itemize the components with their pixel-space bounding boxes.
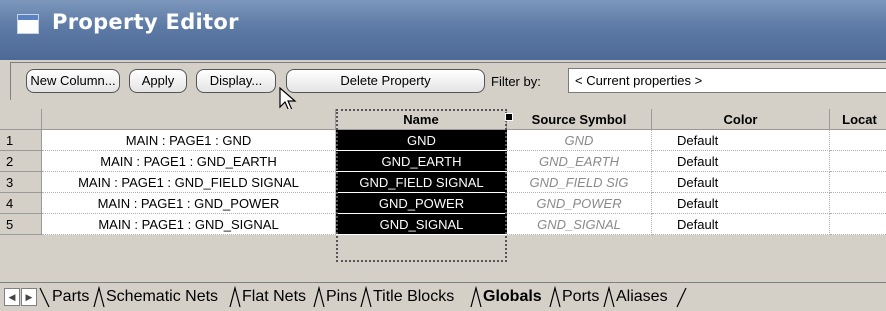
row-number[interactable]: 4 — [0, 193, 42, 214]
tab-separator — [470, 286, 482, 308]
location-cell[interactable] — [830, 151, 886, 172]
source-symbol-cell[interactable]: GND_FIELD SIG — [507, 172, 652, 193]
selection-resize-handle[interactable] — [505, 113, 513, 121]
apply-button[interactable]: Apply — [129, 69, 187, 93]
window-icon — [17, 14, 39, 34]
name-cell[interactable]: GND_FIELD SIGNAL — [336, 172, 507, 193]
name-cell[interactable]: GND_EARTH — [336, 151, 507, 172]
table-row[interactable]: 1 MAIN : PAGE1 : GND GND GND Default — [0, 130, 886, 151]
location-cell[interactable] — [830, 172, 886, 193]
color-cell[interactable]: Default — [652, 172, 830, 193]
header-color[interactable]: Color — [652, 109, 830, 130]
tab-pins[interactable]: Pins — [326, 286, 357, 308]
name-cell[interactable]: GND_POWER — [336, 193, 507, 214]
row-number[interactable]: 1 — [0, 130, 42, 151]
tab-separator — [603, 286, 615, 308]
path-cell[interactable]: MAIN : PAGE1 : GND_EARTH — [42, 151, 336, 172]
tab-globals[interactable]: Globals — [483, 286, 542, 308]
tab-separator — [39, 287, 50, 308]
window-title: Property Editor — [52, 10, 239, 34]
display-button[interactable]: Display... — [196, 69, 276, 93]
property-grid: Name Source Symbol Color Locat 1 MAIN : … — [0, 109, 886, 262]
toolbar: New Column... Apply Display... Delete Pr… — [10, 62, 886, 100]
header-source-symbol[interactable]: Source Symbol — [507, 109, 652, 130]
location-cell[interactable] — [830, 193, 886, 214]
color-cell[interactable]: Default — [652, 151, 830, 172]
path-cell[interactable]: MAIN : PAGE1 : GND_FIELD SIGNAL — [42, 172, 336, 193]
source-symbol-cell[interactable]: GND_SIGNAL — [507, 214, 652, 235]
path-cell[interactable]: MAIN : PAGE1 : GND — [42, 130, 336, 151]
tab-separator — [229, 286, 241, 308]
filter-select[interactable]: < Current properties > — [568, 68, 886, 93]
header-path[interactable] — [42, 109, 336, 130]
row-number[interactable]: 5 — [0, 214, 42, 235]
row-number[interactable]: 3 — [0, 172, 42, 193]
header-corner[interactable] — [0, 109, 42, 130]
row-number[interactable]: 2 — [0, 151, 42, 172]
table-row[interactable]: 2 MAIN : PAGE1 : GND_EARTH GND_EARTH GND… — [0, 151, 886, 172]
tab-separator — [93, 286, 105, 308]
sheet-tab-bar: ◀ ▶ Parts Schematic Nets Flat Nets Pins … — [0, 282, 886, 311]
table-row[interactable]: 5 MAIN : PAGE1 : GND_SIGNAL GND_SIGNAL G… — [0, 214, 886, 235]
tab-flat-nets[interactable]: Flat Nets — [242, 286, 306, 308]
name-cell[interactable]: GND_SIGNAL — [336, 214, 507, 235]
grid-header-row: Name Source Symbol Color Locat — [0, 109, 886, 130]
path-cell[interactable]: MAIN : PAGE1 : GND_POWER — [42, 193, 336, 214]
header-location[interactable]: Locat — [830, 109, 886, 130]
tab-ports[interactable]: Ports — [562, 286, 599, 308]
tab-aliases[interactable]: Aliases — [616, 286, 668, 308]
delete-property-button[interactable]: Delete Property — [286, 69, 485, 93]
tab-separator — [313, 286, 325, 308]
tab-separator — [360, 286, 372, 308]
tab-separator — [676, 287, 687, 308]
last-tab-arrow-icon[interactable]: ▶ — [21, 288, 37, 306]
property-editor-window: Property Editor New Column... Apply Disp… — [0, 0, 886, 311]
location-cell[interactable] — [830, 214, 886, 235]
tab-title-blocks[interactable]: Title Blocks — [373, 286, 454, 308]
title-bar: Property Editor — [0, 0, 886, 60]
tab-separator — [549, 286, 561, 308]
tab-parts[interactable]: Parts — [52, 286, 89, 308]
header-name[interactable]: Name — [336, 109, 507, 130]
table-row[interactable]: 3 MAIN : PAGE1 : GND_FIELD SIGNAL GND_FI… — [0, 172, 886, 193]
filter-label: Filter by: — [491, 74, 541, 89]
table-row[interactable]: 4 MAIN : PAGE1 : GND_POWER GND_POWER GND… — [0, 193, 886, 214]
source-symbol-cell[interactable]: GND — [507, 130, 652, 151]
color-cell[interactable]: Default — [652, 214, 830, 235]
color-cell[interactable]: Default — [652, 193, 830, 214]
first-tab-arrow-icon[interactable]: ◀ — [4, 288, 20, 306]
tab-schematic-nets[interactable]: Schematic Nets — [106, 286, 218, 308]
name-cell[interactable]: GND — [336, 130, 507, 151]
new-column-button[interactable]: New Column... — [26, 69, 120, 93]
source-symbol-cell[interactable]: GND_EARTH — [507, 151, 652, 172]
color-cell[interactable]: Default — [652, 130, 830, 151]
source-symbol-cell[interactable]: GND_POWER — [507, 193, 652, 214]
path-cell[interactable]: MAIN : PAGE1 : GND_SIGNAL — [42, 214, 336, 235]
location-cell[interactable] — [830, 130, 886, 151]
